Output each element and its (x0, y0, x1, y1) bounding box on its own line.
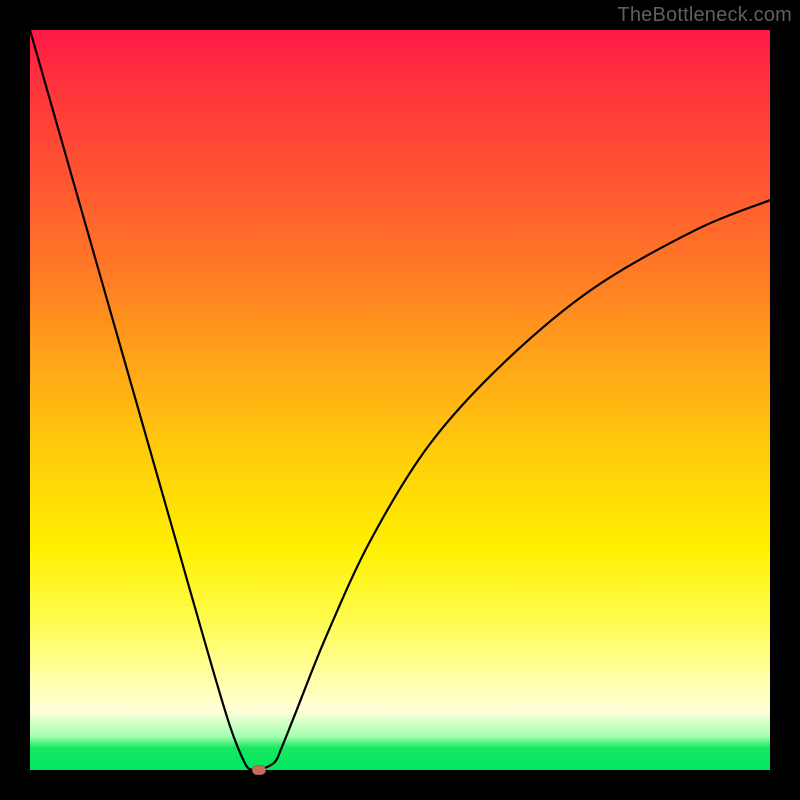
curve-svg (30, 30, 770, 770)
bottleneck-curve (30, 30, 770, 770)
optimal-point-marker (252, 765, 266, 775)
watermark-text: TheBottleneck.com (617, 4, 792, 27)
plot-area (30, 30, 770, 770)
chart-frame: TheBottleneck.com (0, 0, 800, 800)
